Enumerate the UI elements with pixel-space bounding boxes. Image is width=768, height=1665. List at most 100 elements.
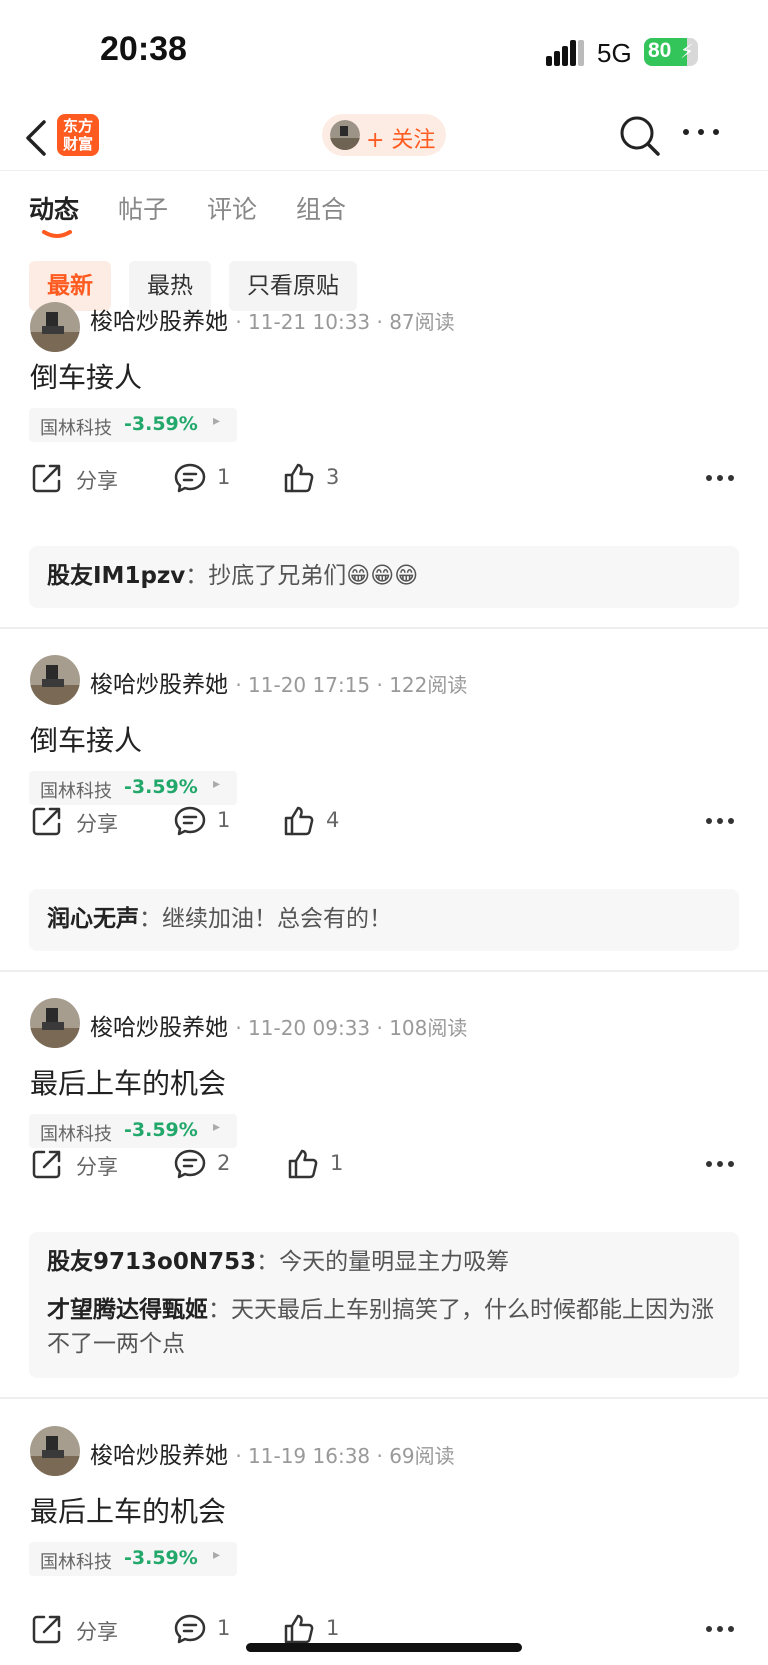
stock-tag[interactable]: 国林科技 -3.59% ▸ — [29, 771, 237, 805]
post-more-icon[interactable] — [705, 815, 735, 827]
like-count: 4 — [326, 808, 340, 832]
top-nav-bar: 东方 财富 + 关注 — [0, 104, 768, 171]
active-tab-indicator — [42, 230, 72, 238]
post-time-views: · 11-20 17:15 · 122阅读 — [235, 673, 468, 697]
post-time-views: · 11-20 09:33 · 108阅读 — [235, 1016, 468, 1040]
author-name[interactable]: 梭哈炒股养她 — [90, 1015, 228, 1041]
post-meta: 梭哈炒股养她 · 11-20 17:15 · 122阅读 — [90, 665, 467, 699]
post-more-icon[interactable] — [705, 1158, 735, 1170]
network-type: 5G — [597, 38, 632, 68]
comment-sep: ： — [185, 563, 209, 589]
follow-button[interactable]: + 关注 — [322, 114, 446, 156]
tab-bar: 动态 帖子 评论 组合 — [0, 190, 768, 240]
post-title[interactable]: 倒车接人 — [30, 719, 142, 759]
comment-count: 1 — [217, 1616, 231, 1640]
comment-text: 今天的量明显主力吸筹 — [279, 1249, 510, 1275]
author-avatar[interactable] — [30, 1426, 80, 1476]
post-meta: 梭哈炒股养她 · 11-20 09:33 · 108阅读 — [90, 1008, 467, 1042]
stock-tag[interactable]: 国林科技 -3.59% ▸ — [29, 1542, 237, 1576]
comment-text: 继续加油！总会有的！ — [162, 906, 392, 932]
author-name[interactable]: 梭哈炒股养她 — [90, 1443, 228, 1469]
comment-sep: ： — [256, 1249, 280, 1275]
more-icon[interactable] — [680, 122, 722, 142]
post-meta: 梭哈炒股养她 · 11-21 10:33 · 87阅读 — [90, 302, 455, 336]
like-count: 1 — [326, 1616, 340, 1640]
comment-icon[interactable] — [173, 1612, 207, 1646]
share-label[interactable]: 分享 — [76, 1151, 118, 1181]
like-icon[interactable] — [286, 1147, 320, 1181]
comment-count: 2 — [217, 1151, 231, 1175]
logo-text-bottom: 财富 — [62, 135, 93, 153]
comment-preview[interactable]: 股友9713o0N753：今天的量明显主力吸筹 才望腾达得甄姬：天天最后上车别搞… — [29, 1232, 739, 1378]
stock-change: -3.59% — [124, 1119, 198, 1141]
avatar — [330, 120, 360, 150]
like-icon[interactable] — [282, 1612, 316, 1646]
author-avatar[interactable] — [30, 998, 80, 1048]
stock-change: -3.59% — [124, 1547, 198, 1569]
stock-name: 国林科技 — [40, 1124, 112, 1145]
home-indicator[interactable] — [246, 1643, 522, 1652]
chevron-right-icon: ▸ — [213, 413, 221, 429]
post-more-icon[interactable] — [705, 1623, 735, 1635]
signal-icon — [546, 40, 584, 66]
stock-name: 国林科技 — [40, 781, 112, 802]
tab-comments[interactable]: 评论 — [207, 190, 257, 226]
comment-preview[interactable]: 股友IM1pzv：抄底了兄弟们😁😁😁 — [29, 546, 739, 608]
share-label[interactable]: 分享 — [76, 465, 118, 495]
like-icon[interactable] — [282, 804, 316, 838]
author-avatar[interactable] — [30, 302, 80, 352]
author-name[interactable]: 梭哈炒股养她 — [90, 309, 228, 335]
follow-label: + 关注 — [366, 128, 436, 153]
share-icon[interactable] — [30, 1612, 64, 1646]
author-name[interactable]: 梭哈炒股养她 — [90, 672, 228, 698]
comment-item: 才望腾达得甄姬：天天最后上车别搞笑了，什么时候都能上因为涨不了一两个点 — [47, 1293, 721, 1361]
post-divider — [0, 970, 768, 972]
post-time-views: · 11-21 10:33 · 87阅读 — [235, 310, 455, 334]
tab-posts[interactable]: 帖子 — [118, 190, 168, 226]
tab-dynamics[interactable]: 动态 — [29, 190, 79, 226]
chevron-right-icon: ▸ — [213, 1119, 221, 1135]
app-logo: 东方 财富 — [57, 114, 99, 156]
comment-sep: ： — [139, 906, 162, 932]
stock-tag[interactable]: 国林科技 -3.59% ▸ — [29, 1114, 237, 1148]
comment-item: 股友IM1pzv：抄底了兄弟们😁😁😁 — [47, 559, 721, 593]
post-title[interactable]: 最后上车的机会 — [30, 1062, 226, 1102]
share-icon[interactable] — [30, 461, 64, 495]
share-icon[interactable] — [30, 1147, 64, 1181]
comment-text: 抄底了兄弟们😁😁😁 — [208, 563, 419, 589]
like-count: 3 — [326, 465, 340, 489]
comment-user[interactable]: 才望腾达得甄姬 — [47, 1297, 208, 1323]
post-title[interactable]: 最后上车的机会 — [30, 1490, 226, 1530]
back-icon[interactable] — [24, 118, 48, 158]
post-time-views: · 11-19 16:38 · 69阅读 — [235, 1444, 455, 1468]
stock-change: -3.59% — [124, 776, 198, 798]
like-count: 1 — [330, 1151, 344, 1175]
battery-level: 80 — [648, 39, 672, 62]
post-more-icon[interactable] — [705, 472, 735, 484]
comment-icon[interactable] — [173, 804, 207, 838]
comment-user[interactable]: 股友IM1pzv — [47, 563, 185, 589]
status-time: 20:38 — [100, 30, 187, 68]
share-label[interactable]: 分享 — [76, 1616, 118, 1646]
stock-tag[interactable]: 国林科技 -3.59% ▸ — [29, 408, 237, 442]
post-divider — [0, 627, 768, 629]
logo-text-top: 东方 — [62, 117, 93, 135]
comment-icon[interactable] — [173, 1147, 207, 1181]
comment-preview[interactable]: 润心无声：继续加油！总会有的！ — [29, 889, 739, 951]
share-label[interactable]: 分享 — [76, 808, 118, 838]
like-icon[interactable] — [282, 461, 316, 495]
comment-user[interactable]: 润心无声 — [47, 906, 139, 932]
chevron-right-icon: ▸ — [213, 776, 221, 792]
comment-count: 1 — [217, 465, 231, 489]
tab-portfolio[interactable]: 组合 — [296, 190, 346, 226]
stock-name: 国林科技 — [40, 418, 112, 439]
post-title[interactable]: 倒车接人 — [30, 356, 142, 396]
comment-item: 润心无声：继续加油！总会有的！ — [47, 902, 721, 936]
post-divider — [0, 1397, 768, 1399]
search-icon[interactable] — [618, 114, 662, 158]
author-avatar[interactable] — [30, 655, 80, 705]
comment-icon[interactable] — [173, 461, 207, 495]
post-meta: 梭哈炒股养她 · 11-19 16:38 · 69阅读 — [90, 1436, 455, 1470]
comment-user[interactable]: 股友9713o0N753 — [47, 1249, 256, 1275]
share-icon[interactable] — [30, 804, 64, 838]
